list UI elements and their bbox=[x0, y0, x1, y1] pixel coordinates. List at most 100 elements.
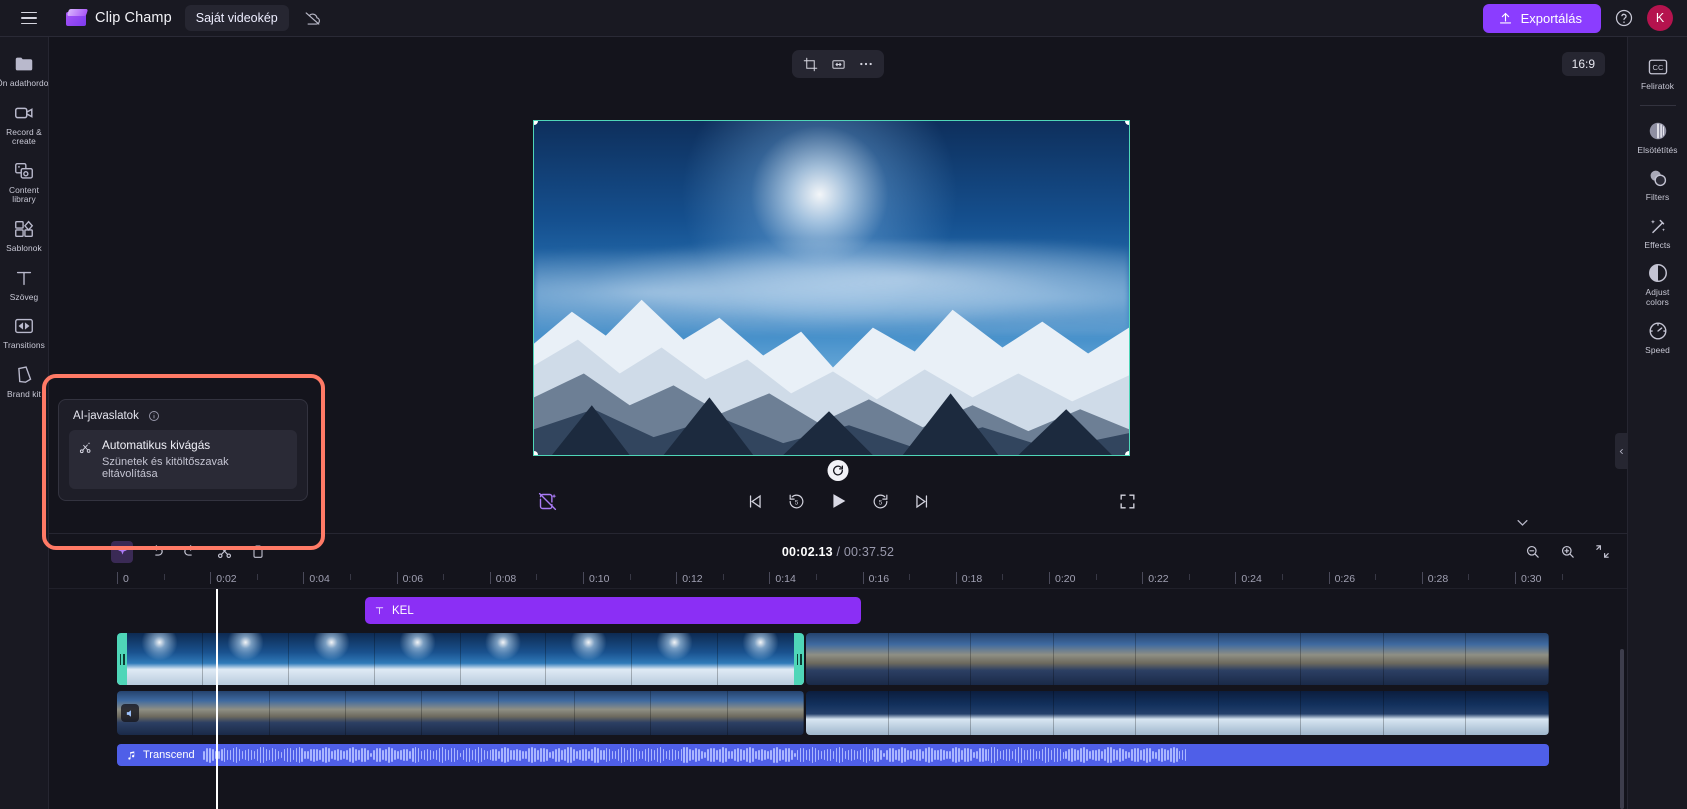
waveform-bar bbox=[277, 750, 280, 760]
delete-icon[interactable] bbox=[247, 541, 269, 563]
waveform-bar bbox=[832, 750, 835, 760]
resize-handle-bottom-right[interactable] bbox=[1125, 451, 1129, 455]
sidebar-item-text[interactable]: Szöveg bbox=[0, 260, 49, 307]
sidebar-item-captions[interactable]: CC Feliratok bbox=[1628, 49, 1687, 96]
sidebar-item-speed[interactable]: Speed bbox=[1628, 313, 1687, 360]
ai-sparkle-icon[interactable] bbox=[111, 540, 133, 563]
waveform-bar bbox=[916, 748, 918, 762]
ruler-tick bbox=[1049, 572, 1050, 584]
waveform-bar bbox=[295, 748, 298, 762]
waveform-bar bbox=[773, 747, 775, 763]
remove-background-icon[interactable] bbox=[537, 491, 558, 512]
waveform-bar bbox=[1104, 749, 1106, 761]
music-clip[interactable]: Transcend bbox=[117, 744, 1549, 766]
help-circle-icon[interactable] bbox=[1612, 6, 1636, 30]
refresh-icon[interactable] bbox=[827, 460, 849, 481]
undo-icon[interactable] bbox=[145, 541, 167, 563]
waveform-bar bbox=[692, 749, 695, 761]
sidebar-item-content-library[interactable]: Content library bbox=[0, 153, 49, 209]
sidebar-item-filters[interactable]: Filters bbox=[1628, 160, 1687, 207]
fit-timeline-icon[interactable] bbox=[1591, 541, 1613, 563]
more-options-icon[interactable] bbox=[853, 52, 879, 76]
thumbnail-frame bbox=[460, 633, 547, 685]
skip-previous-icon[interactable] bbox=[741, 488, 767, 514]
waveform-bar bbox=[958, 748, 960, 762]
waveform-bar bbox=[838, 747, 841, 763]
waveform-bar bbox=[1184, 749, 1187, 761]
waveform-bar bbox=[740, 749, 742, 761]
video-clip-second[interactable] bbox=[806, 633, 1549, 685]
waveform-bar bbox=[1146, 747, 1148, 763]
ruler-tick bbox=[1142, 572, 1144, 584]
auto-cut-text: Automatikus kivágás Szünetek és kitöltős… bbox=[102, 438, 287, 480]
waveform-bar bbox=[686, 747, 689, 763]
sidebar-item-your-media[interactable]: Az Ön adathordozója bbox=[0, 46, 64, 93]
waveform-bar bbox=[1056, 747, 1059, 763]
video-preview-stage[interactable] bbox=[533, 120, 1130, 456]
collapse-panel-button[interactable] bbox=[1615, 433, 1627, 469]
waveform-bar bbox=[608, 749, 611, 761]
waveform-bar bbox=[486, 751, 489, 759]
crop-icon[interactable] bbox=[797, 52, 823, 76]
info-icon[interactable] bbox=[148, 410, 160, 422]
video-clip-selected[interactable] bbox=[117, 633, 805, 685]
adjust-colors-icon bbox=[1646, 261, 1670, 285]
redo-icon[interactable] bbox=[179, 541, 201, 563]
cloud-off-icon[interactable] bbox=[302, 7, 324, 29]
rewind-5-icon[interactable]: 5 bbox=[783, 488, 809, 514]
waveform-bar bbox=[776, 747, 778, 763]
zoom-out-icon[interactable] bbox=[1521, 541, 1543, 563]
waveform-bar bbox=[298, 747, 301, 763]
sidebar-item-record-create[interactable]: Record & create bbox=[0, 95, 49, 151]
waveform-bar bbox=[1125, 750, 1127, 760]
trim-handle-right[interactable] bbox=[794, 633, 805, 685]
sidebar-item-templates[interactable]: Sablonok bbox=[0, 211, 49, 258]
zoom-in-icon[interactable] bbox=[1556, 541, 1578, 563]
play-icon[interactable] bbox=[825, 488, 851, 514]
sidebar-item-brand-kit[interactable]: Brand kit bbox=[0, 357, 49, 404]
aspect-ratio-badge[interactable]: 16:9 bbox=[1561, 52, 1605, 76]
overlay-clip-first[interactable] bbox=[117, 691, 805, 735]
text-clip[interactable]: KEL bbox=[365, 597, 861, 624]
sidebar-item-effects[interactable]: Effects bbox=[1628, 208, 1687, 255]
forward-5-icon[interactable]: 5 bbox=[867, 488, 893, 514]
waveform-bar bbox=[892, 748, 894, 762]
ruler-label: 0:30 bbox=[1521, 573, 1542, 585]
waveform-bar bbox=[996, 749, 999, 761]
waveform-bar bbox=[829, 749, 832, 761]
time-display: 00:02.13 / 00:37.52 bbox=[782, 545, 894, 559]
avatar[interactable]: K bbox=[1647, 5, 1673, 31]
hamburger-icon[interactable] bbox=[14, 4, 44, 32]
waveform-bar bbox=[734, 749, 736, 761]
trim-handle-left[interactable] bbox=[117, 633, 127, 685]
waveform-bar bbox=[614, 751, 617, 759]
skip-next-icon[interactable] bbox=[909, 488, 935, 514]
auto-cut-suggestion[interactable]: Automatikus kivágás Szünetek és kitöltős… bbox=[69, 430, 297, 489]
fit-icon[interactable] bbox=[825, 52, 851, 76]
timeline-ruler[interactable]: 0 0:02 0:04 0:06 0:08 0:10 0:12 0:14 0:16 0:18 0:2… bbox=[49, 569, 1627, 589]
waveform-bar bbox=[552, 750, 554, 760]
chevron-down-icon[interactable] bbox=[1509, 513, 1535, 531]
waveform-bar bbox=[399, 749, 402, 761]
waveform-bar bbox=[635, 748, 638, 762]
resize-handle-bottom-left[interactable] bbox=[534, 451, 538, 455]
overlay-clip-second[interactable] bbox=[806, 691, 1549, 735]
sidebar-item-transitions[interactable]: Transitions bbox=[0, 308, 49, 355]
sidebar-item-fade[interactable]: Elsötétítés bbox=[1628, 113, 1687, 160]
waveform-bar bbox=[1038, 751, 1041, 759]
waveform-bar bbox=[223, 748, 226, 762]
resize-handle-top-right[interactable] bbox=[1125, 121, 1129, 125]
speaker-icon[interactable] bbox=[121, 704, 139, 722]
project-tab[interactable]: Saját videokép bbox=[184, 5, 289, 31]
fullscreen-icon[interactable] bbox=[1118, 492, 1137, 511]
waveform-bar bbox=[931, 747, 933, 763]
waveform-bar bbox=[235, 747, 238, 763]
ruler-tick bbox=[489, 572, 491, 584]
split-icon[interactable] bbox=[213, 541, 235, 563]
timeline-scrollbar[interactable] bbox=[1620, 649, 1624, 809]
sidebar-item-adjust-colors[interactable]: Adjust colors bbox=[1628, 255, 1687, 311]
export-button[interactable]: Exportálás bbox=[1482, 3, 1601, 33]
templates-icon bbox=[12, 217, 36, 241]
waveform-bar bbox=[385, 748, 387, 762]
svg-text:5: 5 bbox=[794, 499, 798, 506]
